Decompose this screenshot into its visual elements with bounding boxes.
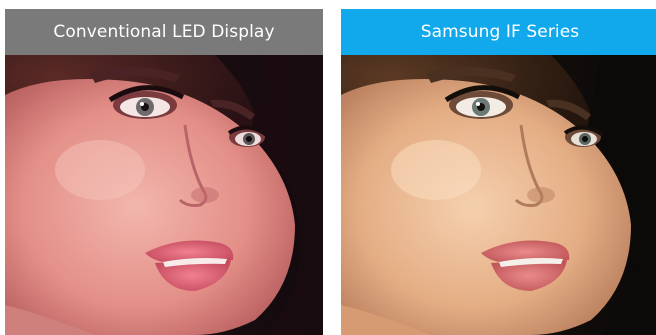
samsung-header: Samsung IF Series: [341, 9, 656, 55]
samsung-panel: Samsung IF Series: [341, 9, 656, 335]
conventional-portrait-photo: [5, 55, 323, 335]
samsung-portrait-photo: [341, 55, 656, 335]
conventional-panel: Conventional LED Display: [5, 9, 323, 335]
comparison-image: Conventional LED Display Samsung IF Seri…: [0, 0, 656, 335]
conventional-header: Conventional LED Display: [5, 9, 323, 55]
samsung-label: Samsung IF Series: [420, 22, 580, 42]
conventional-label: Conventional LED Display: [53, 22, 275, 42]
